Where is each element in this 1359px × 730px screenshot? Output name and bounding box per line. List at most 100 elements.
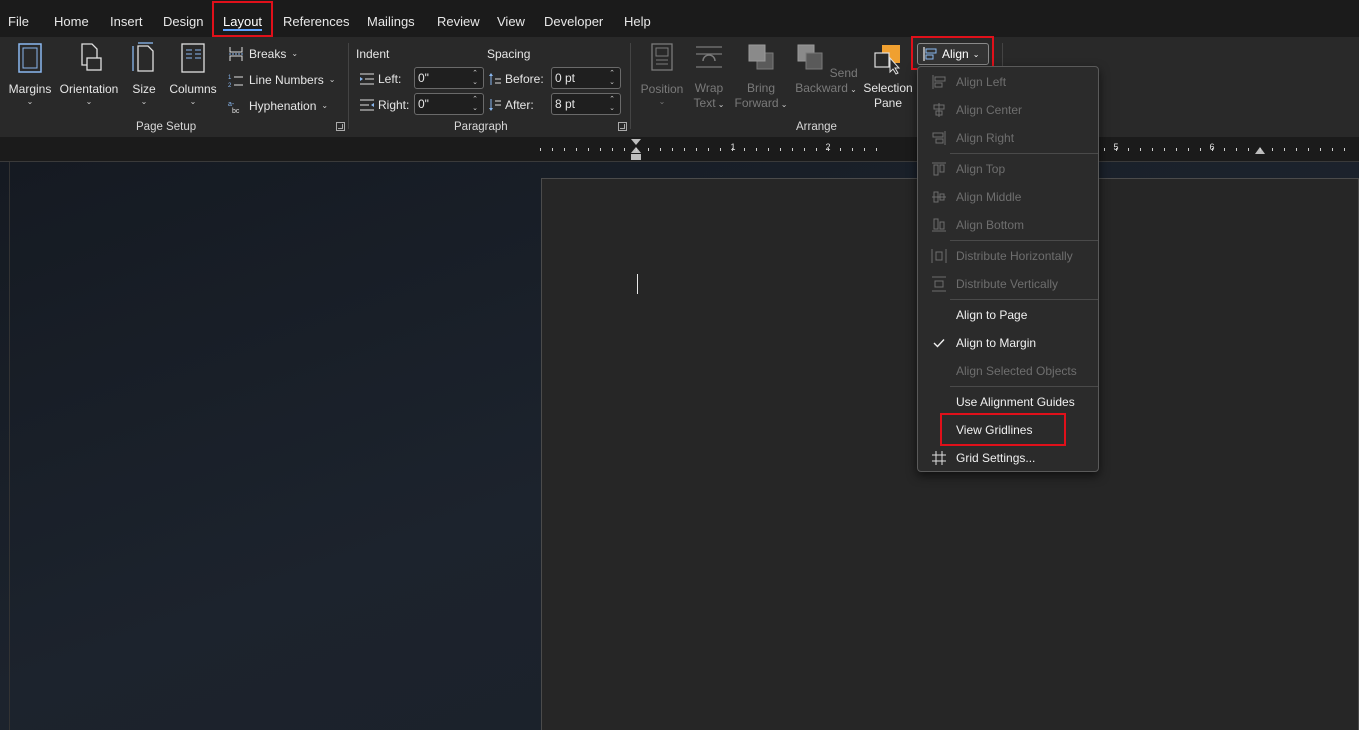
- menu-item-use-alignment-guides[interactable]: Use Alignment Guides: [918, 388, 1098, 416]
- indent-left-spinner[interactable]: ⌃⌄: [414, 67, 484, 89]
- menu-item-align-top[interactable]: Align Top: [918, 155, 1098, 183]
- margins-button[interactable]: Margins ⌄: [6, 41, 54, 106]
- menu-separator: [950, 386, 1098, 387]
- ruler-tick: [864, 148, 865, 151]
- paragraph-launcher-icon[interactable]: [618, 122, 627, 131]
- indent-left-input[interactable]: [415, 68, 467, 88]
- spacing-after-icon: [489, 99, 501, 111]
- vertical-ruler[interactable]: [0, 162, 10, 730]
- menu-item-align-left[interactable]: Align Left: [918, 68, 1098, 96]
- tab-review[interactable]: Review: [437, 0, 480, 37]
- menu-separator: [950, 299, 1098, 300]
- wrap-text-button[interactable]: Wrap Text ⌄: [690, 41, 728, 112]
- spinner-arrows-icon[interactable]: ⌃ ⌄: [470, 69, 480, 87]
- align-bottom-icon: [932, 218, 946, 232]
- ruler-tick: [1260, 148, 1261, 151]
- ruler-tick: [636, 148, 637, 151]
- spacing-after-label: After:: [489, 98, 534, 112]
- align-button[interactable]: Align ⌄: [917, 43, 989, 65]
- ruler-tick: [1116, 148, 1117, 151]
- tab-view[interactable]: View: [497, 0, 525, 37]
- align-middle-icon: [932, 191, 946, 203]
- menu-item-distribute-vertically[interactable]: Distribute Vertically: [918, 270, 1098, 298]
- tab-layout[interactable]: Layout: [223, 0, 263, 37]
- indent-right-input[interactable]: [415, 94, 467, 114]
- ribbon-tab-bar: File Home Insert Design Layout Reference…: [0, 0, 1359, 37]
- spacing-after-spinner[interactable]: ⌃⌄: [551, 93, 621, 115]
- spinner-arrows-icon[interactable]: ⌃ ⌄: [607, 95, 617, 113]
- selection-pane-icon: [874, 45, 901, 75]
- ruler-tick: [1176, 148, 1177, 151]
- position-button[interactable]: Position ⌄: [636, 41, 688, 106]
- distribute-horizontally-icon: [931, 249, 947, 263]
- orientation-button[interactable]: Orientation ⌄: [58, 41, 120, 106]
- spacing-label: Spacing: [487, 47, 531, 61]
- breaks-button[interactable]: Breaks ⌄: [228, 44, 298, 64]
- ruler-tick: [1200, 148, 1201, 151]
- page-setup-group-label: Page Setup: [136, 121, 197, 133]
- ruler-tick: [1320, 148, 1321, 151]
- menu-item-align-bottom[interactable]: Align Bottom: [918, 211, 1098, 239]
- bring-forward-button[interactable]: Bring Forward ⌄: [732, 41, 790, 112]
- spacing-before-input[interactable]: [552, 68, 604, 88]
- columns-icon: [181, 43, 205, 73]
- spacing-after-input[interactable]: [552, 94, 604, 114]
- indent-right-label: Right:: [360, 98, 409, 112]
- bring-forward-icon: [748, 44, 774, 70]
- tab-mailings[interactable]: Mailings: [367, 0, 415, 37]
- spinner-arrows-icon[interactable]: ⌃ ⌄: [607, 69, 617, 87]
- chevron-down-icon: ⌄: [658, 97, 666, 106]
- ruler-tick: [780, 148, 781, 151]
- menu-item-align-center[interactable]: Align Center: [918, 96, 1098, 124]
- hyphenation-button[interactable]: a-bc Hyphenation ⌄: [228, 96, 328, 116]
- menu-item-align-right[interactable]: Align Right: [918, 124, 1098, 152]
- arrange-group-label: Arrange: [796, 121, 837, 133]
- line-numbers-button[interactable]: 12 Line Numbers ⌄: [228, 70, 335, 90]
- spinner-arrows-icon[interactable]: ⌃ ⌄: [470, 95, 480, 113]
- ruler-tick: [792, 148, 793, 151]
- ruler-tick: [684, 148, 685, 151]
- tab-home[interactable]: Home: [54, 0, 89, 37]
- ruler-tick: [588, 148, 589, 151]
- size-button[interactable]: Size ⌄: [128, 41, 160, 106]
- spacing-before-spinner[interactable]: ⌃⌄: [551, 67, 621, 89]
- chevron-down-icon: ⌄: [140, 97, 148, 106]
- chevron-down-icon: ⌄: [189, 97, 197, 106]
- send-backward-button[interactable]: Send Backward ⌄: [794, 41, 858, 97]
- tab-design[interactable]: Design: [163, 0, 203, 37]
- menu-item-distribute-horizontally[interactable]: Distribute Horizontally: [918, 242, 1098, 270]
- horizontal-ruler[interactable]: 1 2 5 6: [0, 137, 1359, 162]
- menu-item-view-gridlines[interactable]: View Gridlines: [918, 416, 1098, 444]
- menu-item-align-middle[interactable]: Align Middle: [918, 183, 1098, 211]
- tab-help[interactable]: Help: [624, 0, 651, 37]
- ruler-tick: [660, 148, 661, 151]
- ruler-tick: [840, 148, 841, 151]
- tab-developer[interactable]: Developer: [544, 0, 603, 37]
- indent-right-spinner[interactable]: ⌃⌄: [414, 93, 484, 115]
- menu-separator: [950, 240, 1098, 241]
- menu-item-align-selected-objects[interactable]: Align Selected Objects: [918, 357, 1098, 385]
- page-setup-launcher-icon[interactable]: [336, 122, 345, 131]
- ruler-tick: [732, 148, 733, 151]
- menu-item-align-to-margin[interactable]: Align to Margin: [918, 329, 1098, 357]
- tab-references[interactable]: References: [283, 0, 349, 37]
- group-separator: [348, 43, 349, 129]
- spacing-before-label: Before:: [489, 72, 544, 86]
- tab-file[interactable]: File: [8, 0, 29, 37]
- spacing-before-icon: [489, 73, 501, 85]
- selection-pane-button[interactable]: Selection Pane: [860, 41, 916, 111]
- ruler-tick: [756, 148, 757, 151]
- chevron-down-icon: ⌄: [291, 49, 299, 58]
- ruler-tick: [1152, 148, 1153, 151]
- ruler-tick: [552, 148, 553, 151]
- ruler-tick: [696, 148, 697, 151]
- columns-button[interactable]: Columns ⌄: [167, 41, 219, 106]
- tab-insert[interactable]: Insert: [110, 0, 143, 37]
- chevron-down-icon: ⌄: [847, 85, 857, 94]
- menu-item-align-to-page[interactable]: Align to Page: [918, 301, 1098, 329]
- line-numbers-icon: 12: [228, 75, 243, 88]
- ruler-tick: [1224, 148, 1225, 151]
- ruler-tick: [816, 148, 817, 151]
- ruler-tick: [1164, 148, 1165, 151]
- menu-item-grid-settings[interactable]: Grid Settings...: [918, 444, 1098, 472]
